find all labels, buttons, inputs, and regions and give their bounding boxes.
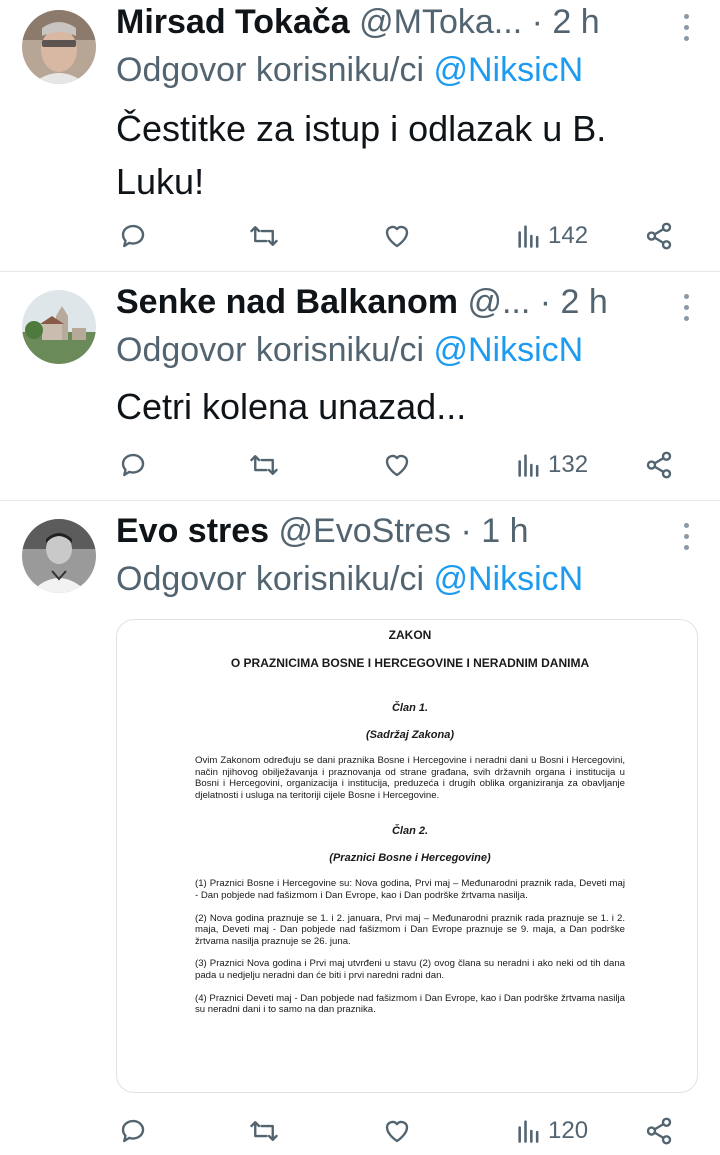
article-2-subtitle: (Praznici Bosne i Hercegovine) [329, 852, 491, 865]
avatar[interactable] [22, 519, 96, 593]
like-button[interactable] [381, 447, 413, 483]
tweet-2[interactable]: Senke nad Balkanom @... · 2 h Odgovor ko… [0, 272, 720, 500]
author-name[interactable]: Mirsad Tokača [116, 3, 350, 41]
reply-button[interactable] [118, 218, 148, 254]
retweet-button[interactable] [248, 447, 280, 483]
reply-icon [121, 453, 145, 477]
views-count: 120 [548, 1117, 589, 1144]
share-icon [646, 1117, 672, 1145]
law-document: ZAKON O PRAZNICIMA BOSNE I HERCEGOVINE I… [195, 620, 625, 1016]
attached-image[interactable]: ZAKON O PRAZNICIMA BOSNE I HERCEGOVINE I… [116, 619, 698, 1093]
like-icon [385, 454, 409, 477]
views-icon [518, 225, 539, 248]
reply-icon [121, 224, 145, 248]
views-button[interactable]: 132 [514, 447, 588, 483]
reply-icon [121, 1119, 145, 1143]
tweet-1[interactable]: Mirsad Tokača @MToka... · 2 h Odgovor ko… [0, 0, 720, 270]
article-2-paragraph-2: (2) Nova godina praznuje se 1. i 2. janu… [195, 912, 625, 947]
retweet-button[interactable] [248, 1113, 280, 1149]
tweet-text: Čestitke za istup i odlazak u B. Luku! [116, 108, 607, 202]
share-button[interactable] [644, 1113, 674, 1149]
views-button[interactable]: 120 [514, 1113, 588, 1149]
more-icon[interactable] [682, 14, 690, 47]
reply-context: Odgovor korisniku/ci @NiksicN [116, 330, 583, 370]
author-name[interactable]: Senke nad Balkanom [116, 283, 458, 321]
reply-button[interactable] [118, 447, 148, 483]
reply-context: Odgovor korisniku/ci @NiksicN [116, 559, 583, 599]
retweet-icon [250, 455, 278, 475]
article-1-text: Ovim Zakonom određuju se dani praznika B… [195, 755, 625, 801]
avatar[interactable] [22, 290, 96, 364]
document-subheading: O PRAZNICIMA BOSNE I HERCEGOVINE I NERAD… [230, 656, 590, 670]
article-2-title: Član 2. [391, 825, 429, 838]
timestamp[interactable]: · 2 h [532, 3, 600, 41]
tweet-3[interactable]: Evo stres @EvoStres · 1 h Odgovor korisn… [0, 501, 720, 1155]
reply-context: Odgovor korisniku/ci @NiksicN [116, 50, 583, 90]
avatar[interactable] [22, 10, 96, 84]
article-1-subtitle: (Sadržaj Zakona) [365, 729, 455, 741]
reply-mention[interactable]: @NiksicN [433, 51, 583, 89]
share-button[interactable] [644, 447, 674, 483]
action-bar: 120 [0, 1113, 720, 1153]
article-2-paragraph-1: (1) Praznici Bosne i Hercegovine su: Nov… [195, 878, 625, 901]
views-count: 132 [548, 451, 589, 478]
reply-prefix: Odgovor korisniku/ci [116, 51, 425, 89]
retweet-icon [250, 1121, 278, 1141]
like-icon [385, 225, 409, 248]
action-bar: 132 [0, 447, 720, 487]
share-button[interactable] [644, 218, 674, 254]
author-name[interactable]: Evo stres [116, 512, 269, 550]
like-button[interactable] [381, 1113, 413, 1149]
more-icon[interactable] [682, 523, 690, 556]
article-1-title: Član 1. [391, 702, 429, 714]
article-2-paragraph-4: (4) Praznici Deveti maj - Dan pobjede na… [195, 992, 625, 1016]
tweet-header: Senke nad Balkanom @... · 2 h [116, 282, 670, 322]
views-button[interactable]: 142 [514, 218, 588, 254]
document-heading: ZAKON [388, 628, 432, 642]
author-handle[interactable]: @MToka... [359, 3, 522, 41]
article-2-paragraph-3: (3) Praznici Nova godina i Prvi maj utvr… [195, 958, 625, 981]
author-handle[interactable]: @... [467, 283, 530, 321]
reply-button[interactable] [118, 1113, 148, 1149]
timestamp[interactable]: · 1 h [460, 512, 528, 550]
timestamp[interactable]: · 2 h [540, 283, 608, 321]
tweet-header: Mirsad Tokača @MToka... · 2 h [116, 2, 670, 42]
share-icon [646, 222, 672, 250]
tweet-text: Cetri kolena unazad... [116, 386, 467, 427]
views-icon [518, 1120, 539, 1143]
action-bar: 142 [0, 218, 720, 258]
tweet-header: Evo stres @EvoStres · 1 h [116, 511, 670, 551]
more-icon[interactable] [682, 294, 690, 327]
reply-prefix: Odgovor korisniku/ci [116, 331, 425, 369]
views-count: 142 [548, 222, 589, 249]
like-icon [385, 1120, 409, 1143]
author-handle[interactable]: @EvoStres [279, 512, 451, 550]
retweet-icon [250, 226, 278, 246]
retweet-button[interactable] [248, 218, 280, 254]
reply-mention[interactable]: @NiksicN [433, 560, 583, 598]
like-button[interactable] [381, 218, 413, 254]
views-icon [518, 454, 539, 477]
reply-mention[interactable]: @NiksicN [433, 331, 583, 369]
share-icon [646, 451, 672, 479]
reply-prefix: Odgovor korisniku/ci [116, 560, 425, 598]
